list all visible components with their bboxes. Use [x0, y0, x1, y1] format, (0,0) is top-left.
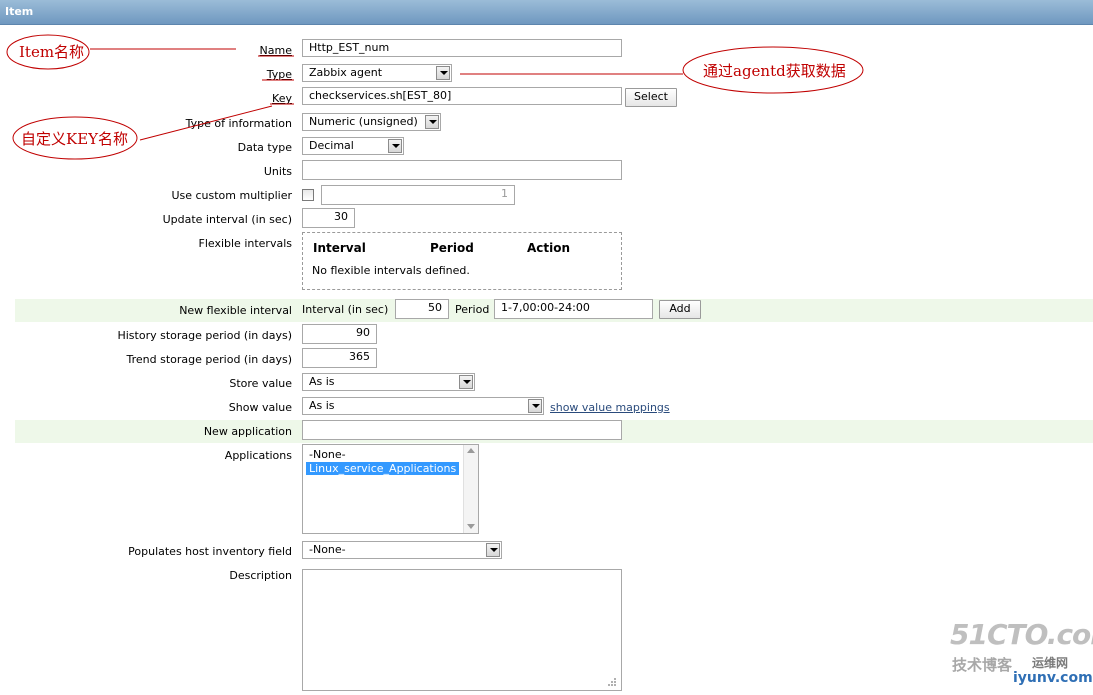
annotation-agentd-text: 通过agentd获取数据: [703, 62, 846, 80]
watermark-brand: 51CTO.com: [950, 618, 1093, 651]
annotation-key-text: 自定义KEY名称: [21, 130, 129, 148]
watermark-sub-right: 运维网: [1032, 656, 1069, 670]
watermark-site: iyunv.com: [1013, 670, 1093, 686]
watermark-sub-left: 技术博客: [952, 656, 1013, 674]
annotation-item-name-text: Item名称: [19, 43, 85, 61]
annotation-overlay: [6, 34, 864, 160]
annotation-key-line: [139, 105, 273, 141]
